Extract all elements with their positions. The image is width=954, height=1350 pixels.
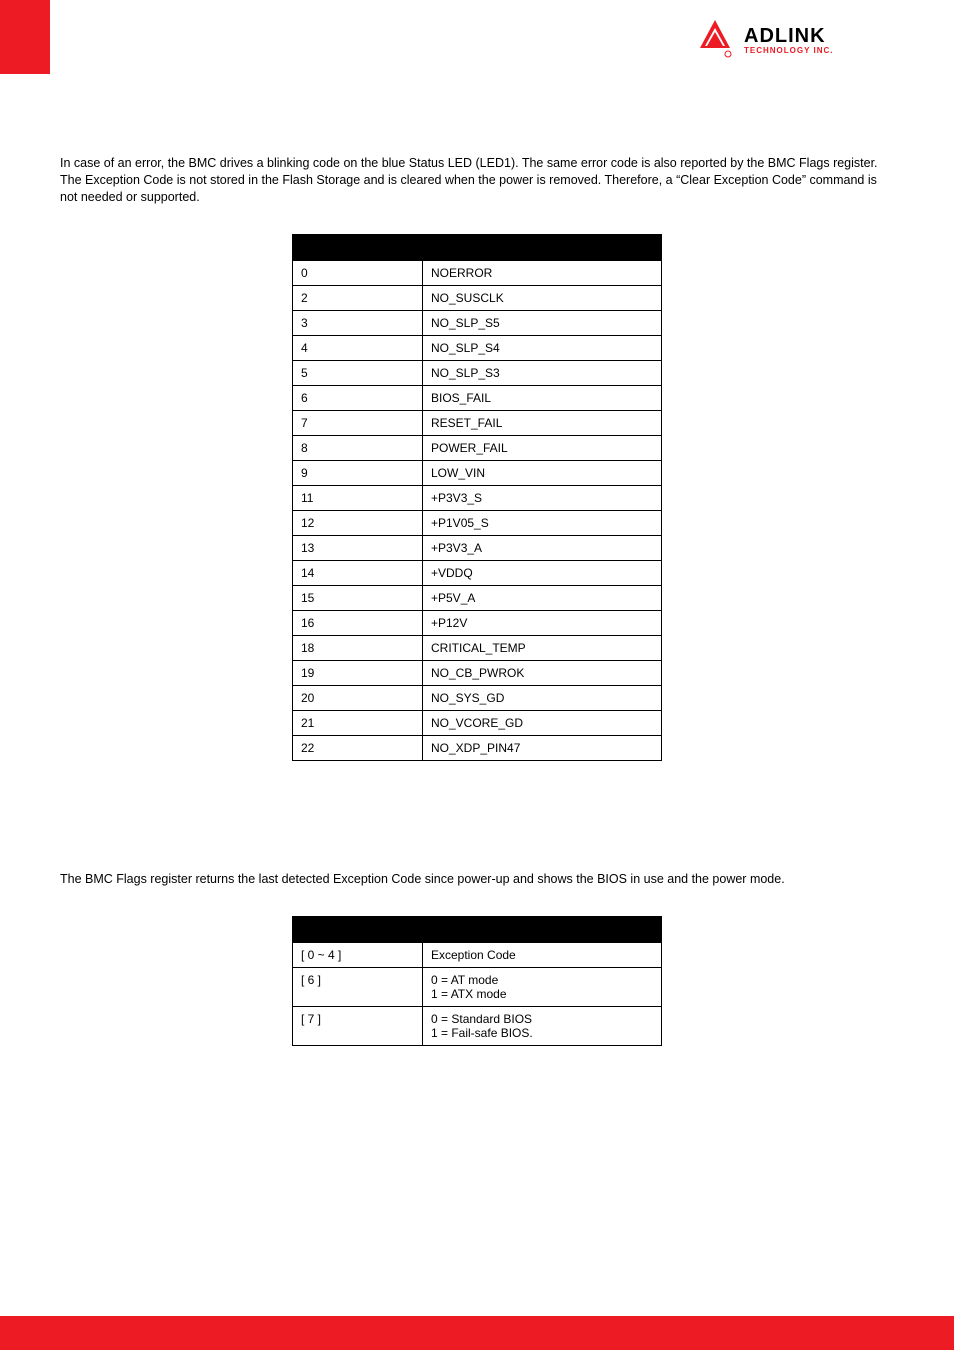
code-cell: 11 <box>293 485 423 510</box>
code-cell: 20 <box>293 685 423 710</box>
table-row: 3NO_SLP_S5 <box>293 310 662 335</box>
table-row: 13+P3V3_A <box>293 535 662 560</box>
code-cell: 2 <box>293 285 423 310</box>
table-row: 14+VDDQ <box>293 560 662 585</box>
code-cell: 21 <box>293 710 423 735</box>
table-row: [ 6 ]0 = AT mode1 = ATX mode <box>293 967 662 1006</box>
name-cell: NO_VCORE_GD <box>423 710 662 735</box>
name-cell: +P12V <box>423 610 662 635</box>
code-cell: 18 <box>293 635 423 660</box>
code-cell: 9 <box>293 460 423 485</box>
table-row: 6BIOS_FAIL <box>293 385 662 410</box>
name-cell: NO_SLP_S4 <box>423 335 662 360</box>
code-cell: 14 <box>293 560 423 585</box>
bmc-flags-table: [ 0 ~ 4 ]Exception Code[ 6 ]0 = AT mode1… <box>292 916 662 1046</box>
name-cell: NO_XDP_PIN47 <box>423 735 662 760</box>
name-cell: NO_SLP_S3 <box>423 360 662 385</box>
code-cell: 15 <box>293 585 423 610</box>
table-row: [ 0 ~ 4 ]Exception Code <box>293 942 662 967</box>
exception-code-table: 0NOERROR2NO_SUSCLK3NO_SLP_S54NO_SLP_S45N… <box>292 234 662 761</box>
table-row: 7RESET_FAIL <box>293 410 662 435</box>
table-row: [ 7 ]0 = Standard BIOS1 = Fail-safe BIOS… <box>293 1006 662 1045</box>
name-cell: NO_CB_PWROK <box>423 660 662 685</box>
name-cell: +VDDQ <box>423 560 662 585</box>
bits-cell: [ 7 ] <box>293 1006 423 1045</box>
name-cell: NO_SLP_S5 <box>423 310 662 335</box>
table-row: 4NO_SLP_S4 <box>293 335 662 360</box>
code-cell: 19 <box>293 660 423 685</box>
desc-cell: 0 = Standard BIOS1 = Fail-safe BIOS. <box>423 1006 662 1045</box>
code-cell: 0 <box>293 260 423 285</box>
code-cell: 4 <box>293 335 423 360</box>
page-content: In case of an error, the BMC drives a bl… <box>60 155 894 1116</box>
name-cell: BIOS_FAIL <box>423 385 662 410</box>
table-row: 2NO_SUSCLK <box>293 285 662 310</box>
logo-mark-icon <box>694 18 736 63</box>
brand-name: ADLINK <box>744 26 834 46</box>
table-row: 18CRITICAL_TEMP <box>293 635 662 660</box>
table-row: 19NO_CB_PWROK <box>293 660 662 685</box>
desc-cell: Exception Code <box>423 942 662 967</box>
header-red-block <box>0 0 50 74</box>
table-row: 12+P1V05_S <box>293 510 662 535</box>
brand-logo: ADLINK TECHNOLOGY INC. <box>694 18 894 63</box>
name-cell: NO_SYS_GD <box>423 685 662 710</box>
code-cell: 7 <box>293 410 423 435</box>
name-cell: RESET_FAIL <box>423 410 662 435</box>
code-cell: 13 <box>293 535 423 560</box>
code-cell: 22 <box>293 735 423 760</box>
name-cell: +P1V05_S <box>423 510 662 535</box>
code-cell: 6 <box>293 385 423 410</box>
name-cell: +P3V3_A <box>423 535 662 560</box>
code-cell: 5 <box>293 360 423 385</box>
code-cell: 8 <box>293 435 423 460</box>
name-cell: NO_SUSCLK <box>423 285 662 310</box>
code-cell: 12 <box>293 510 423 535</box>
table-row: 16+P12V <box>293 610 662 635</box>
name-cell: +P5V_A <box>423 585 662 610</box>
name-cell: +P3V3_S <box>423 485 662 510</box>
table-row: 0NOERROR <box>293 260 662 285</box>
table-row: 21NO_VCORE_GD <box>293 710 662 735</box>
table-row: 11+P3V3_S <box>293 485 662 510</box>
code-cell: 3 <box>293 310 423 335</box>
name-cell: CRITICAL_TEMP <box>423 635 662 660</box>
flags-paragraph: The BMC Flags register returns the last … <box>60 871 894 888</box>
desc-cell: 0 = AT mode1 = ATX mode <box>423 967 662 1006</box>
intro-paragraph: In case of an error, the BMC drives a bl… <box>60 155 894 206</box>
name-cell: NOERROR <box>423 260 662 285</box>
footer-red-bar <box>0 1316 954 1350</box>
code-cell: 16 <box>293 610 423 635</box>
brand-subtitle: TECHNOLOGY INC. <box>744 46 834 55</box>
table-row: 20NO_SYS_GD <box>293 685 662 710</box>
bits-cell: [ 0 ~ 4 ] <box>293 942 423 967</box>
table-row: 5NO_SLP_S3 <box>293 360 662 385</box>
table-row: 9LOW_VIN <box>293 460 662 485</box>
name-cell: POWER_FAIL <box>423 435 662 460</box>
bits-cell: [ 6 ] <box>293 967 423 1006</box>
table-row: 8POWER_FAIL <box>293 435 662 460</box>
table-row: 22NO_XDP_PIN47 <box>293 735 662 760</box>
table-row: 15+P5V_A <box>293 585 662 610</box>
name-cell: LOW_VIN <box>423 460 662 485</box>
